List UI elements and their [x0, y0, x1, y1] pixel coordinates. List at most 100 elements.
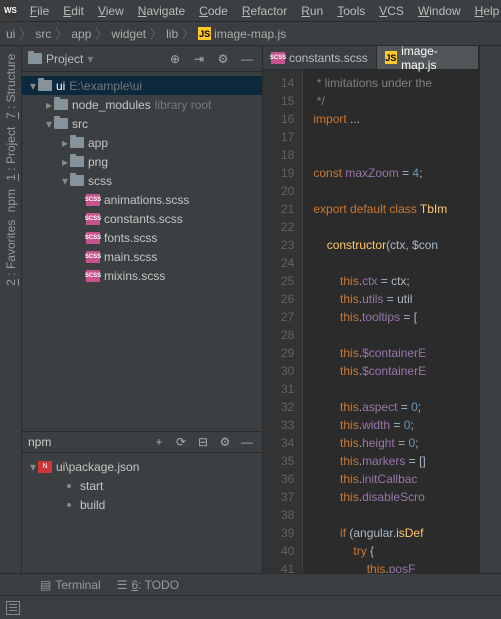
- refresh-icon[interactable]: ⟳: [172, 433, 190, 451]
- tab-label: constants.scss: [289, 51, 368, 65]
- tree-label: main.scss: [104, 250, 157, 264]
- scss-file-icon: SCSS: [86, 270, 100, 282]
- tree-row[interactable]: SCSS main.scss: [22, 247, 262, 266]
- editor-tabs: SCSSconstants.scssJSimage-map.js: [263, 46, 479, 70]
- menu-tools[interactable]: Tools: [330, 2, 372, 20]
- npm-script-build[interactable]: build: [22, 495, 262, 514]
- folder-icon: [54, 99, 68, 110]
- tree-hint: library root: [155, 98, 212, 112]
- folder-icon: [38, 80, 52, 91]
- bullet-icon: [67, 503, 71, 507]
- tree-arrow-icon[interactable]: ▸: [44, 98, 54, 112]
- folder-icon: [28, 53, 42, 64]
- breadcrumb-item[interactable]: widget: [111, 27, 146, 41]
- tree-row[interactable]: ▾ ui E:\example\ui: [22, 76, 262, 95]
- menu-refactor[interactable]: Refactor: [235, 2, 294, 20]
- menu-code[interactable]: Code: [192, 2, 235, 20]
- add-icon[interactable]: +: [150, 433, 168, 451]
- tree-row[interactable]: ▸ node_modules library root: [22, 95, 262, 114]
- breadcrumb-item[interactable]: src: [35, 27, 51, 41]
- webstorm-logo-icon: WS: [4, 3, 17, 19]
- tree-row[interactable]: SCSS mixins.scss: [22, 266, 262, 285]
- dropdown-icon[interactable]: ▾: [87, 52, 93, 66]
- tree-label: png: [88, 155, 108, 169]
- tree-label: ui: [56, 79, 65, 93]
- menu-run[interactable]: Run: [294, 2, 330, 20]
- npm-panel-header: npm + ⟳ ⊟ ⚙ —: [22, 431, 262, 453]
- folder-icon: [54, 118, 68, 129]
- breadcrumb-item[interactable]: lib: [166, 27, 178, 41]
- tool-tab-npm[interactable]: npm: [4, 185, 18, 216]
- tree-arrow-icon[interactable]: ▾: [60, 174, 70, 188]
- folder-icon: [70, 156, 84, 167]
- tree-label: app: [88, 136, 108, 150]
- menu-view[interactable]: View: [91, 2, 131, 20]
- gear-icon[interactable]: ⚙: [214, 50, 232, 68]
- breadcrumb-file[interactable]: JS image-map.js: [198, 27, 286, 41]
- locate-icon[interactable]: ⊕: [166, 50, 184, 68]
- menu-vcs[interactable]: VCS: [372, 2, 411, 20]
- statusbar: ▤ Terminal ☰ 6: TODO: [0, 573, 501, 595]
- tree-arrow-icon[interactable]: ▸: [60, 155, 70, 169]
- chevron-right-icon: 〉: [150, 25, 162, 42]
- editor-tab[interactable]: SCSSconstants.scss: [263, 46, 377, 69]
- tree-row[interactable]: SCSSanimations.scss: [22, 190, 262, 209]
- npm-tree[interactable]: ▾Nui\package.jsonstartbuild: [22, 453, 262, 573]
- breadcrumb-item[interactable]: ui: [6, 27, 15, 41]
- todo-tool-button[interactable]: ☰ 6: TODO: [117, 578, 179, 592]
- tree-row[interactable]: ▸ png: [22, 152, 262, 171]
- hide-icon[interactable]: —: [238, 433, 256, 451]
- menubar: WS FileEditViewNavigateCodeRefactorRunTo…: [0, 0, 501, 22]
- tree-label: constants.scss: [104, 212, 183, 226]
- panel-toggle-icon[interactable]: [6, 601, 20, 615]
- breadcrumb-item[interactable]: app: [71, 27, 91, 41]
- tree-label: node_modules: [72, 98, 151, 112]
- npm-icon: N: [38, 461, 52, 473]
- editor: SCSSconstants.scssJSimage-map.js 1415161…: [263, 46, 479, 573]
- folder-icon: [70, 137, 84, 148]
- gear-icon[interactable]: ⚙: [216, 433, 234, 451]
- project-tree[interactable]: ▾ ui E:\example\ui ▸ node_modules library roo…: [22, 72, 262, 431]
- scss-file-icon: SCSS: [86, 251, 100, 263]
- code-lines[interactable]: * limitations under the */import ... con…: [303, 70, 479, 573]
- tree-label: src: [72, 117, 88, 131]
- project-panel-header: Project ▾ ⊕ ⇥ ⚙ —: [22, 46, 262, 72]
- menu-help[interactable]: Help: [468, 2, 501, 20]
- tree-arrow-icon[interactable]: ▸: [60, 136, 70, 150]
- scss-file-icon: SCSS: [86, 232, 100, 244]
- menu-edit[interactable]: Edit: [56, 2, 91, 20]
- breadcrumb: ui〉src〉app〉widget〉lib〉JS image-map.js: [0, 22, 501, 46]
- tree-row[interactable]: ▸ app: [22, 133, 262, 152]
- list-icon: ☰: [117, 578, 128, 592]
- tree-hint: E:\example\ui: [69, 79, 142, 93]
- npm-script-start[interactable]: start: [22, 476, 262, 495]
- terminal-tool-button[interactable]: ▤ Terminal: [40, 578, 101, 592]
- right-tool-strip: [479, 46, 501, 573]
- tree-arrow-icon[interactable]: ▾: [28, 79, 38, 93]
- code-area[interactable]: 1415161718192021222324252627282930313233…: [263, 70, 479, 573]
- menu-navigate[interactable]: Navigate: [131, 2, 192, 20]
- editor-tab[interactable]: JSimage-map.js: [377, 46, 479, 69]
- collapse-icon[interactable]: ⇥: [190, 50, 208, 68]
- menu-file[interactable]: File: [23, 2, 56, 20]
- tool-tab-project[interactable]: 1: Project: [4, 123, 18, 185]
- tree-arrow-icon[interactable]: ▾: [44, 117, 54, 131]
- tree-label: mixins.scss: [104, 269, 165, 283]
- chevron-right-icon: 〉: [19, 25, 31, 42]
- collapse-all-icon[interactable]: ⊟: [194, 433, 212, 451]
- tree-row[interactable]: ▾ src: [22, 114, 262, 133]
- terminal-icon: ▤: [40, 578, 51, 592]
- tool-tab-favorites[interactable]: 2: Favorites: [4, 216, 18, 290]
- tool-tab-structure[interactable]: 7: Structure: [4, 50, 18, 123]
- scss-file-icon: SCSS: [86, 213, 100, 225]
- bottombar: [0, 595, 501, 619]
- hide-icon[interactable]: —: [238, 50, 256, 68]
- menu-window[interactable]: Window: [411, 2, 468, 20]
- scss-file-icon: SCSS: [86, 194, 100, 206]
- tree-row[interactable]: SCSS constants.scss: [22, 209, 262, 228]
- npm-package-row[interactable]: ▾Nui\package.json: [22, 457, 262, 476]
- tree-label: fonts.scss: [104, 231, 157, 245]
- tree-row[interactable]: SCSS fonts.scss: [22, 228, 262, 247]
- js-file-icon: JS: [385, 51, 397, 64]
- tree-row[interactable]: ▾scss: [22, 171, 262, 190]
